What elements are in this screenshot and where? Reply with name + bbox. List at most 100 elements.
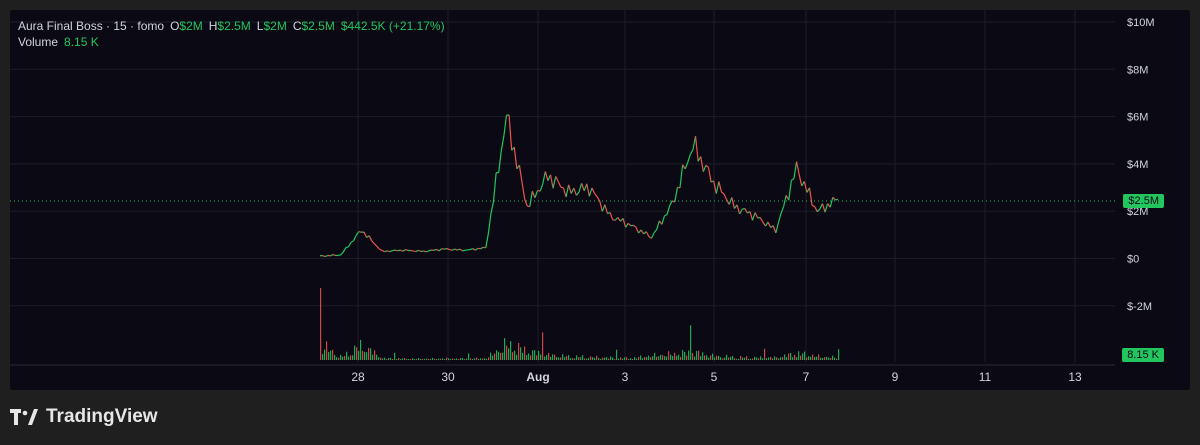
volume-bar bbox=[766, 358, 768, 360]
volume-bar bbox=[366, 352, 368, 360]
price-segment bbox=[327, 254, 331, 257]
volume-bar bbox=[426, 358, 428, 360]
price-segment bbox=[425, 250, 430, 253]
volume-bar bbox=[504, 338, 506, 360]
volume-bar bbox=[692, 353, 694, 360]
volume-bar bbox=[746, 356, 748, 360]
price-segment bbox=[418, 249, 422, 253]
price-segment bbox=[552, 176, 557, 189]
price-segment bbox=[645, 231, 650, 238]
low-label: L bbox=[256, 19, 264, 33]
volume-bar bbox=[394, 352, 396, 360]
volume-bar bbox=[338, 357, 340, 360]
volume-bar bbox=[768, 357, 770, 360]
volume-bar bbox=[704, 355, 706, 360]
price-segment bbox=[689, 149, 694, 155]
tradingview-logo-icon bbox=[10, 409, 38, 425]
price-segment bbox=[405, 249, 409, 252]
volume-bar bbox=[572, 358, 574, 360]
volume-bar bbox=[702, 352, 704, 360]
volume-bar bbox=[762, 358, 764, 360]
volume-bar bbox=[476, 357, 478, 360]
volume-bar bbox=[676, 355, 678, 360]
price-segment bbox=[459, 248, 463, 252]
chart-legend: Aura Final Boss · 15 · fomo O $2M H $2.5M … bbox=[18, 18, 445, 50]
price-segment bbox=[707, 167, 712, 183]
volume-bar bbox=[522, 352, 524, 360]
volume-bar bbox=[320, 288, 322, 360]
time-axis: 28 30 Aug 3 5 7 9 11 13 bbox=[351, 370, 1082, 384]
volume-bar bbox=[596, 355, 598, 360]
volume-bar bbox=[474, 358, 476, 360]
price-segment bbox=[650, 232, 655, 239]
volume-bar bbox=[662, 355, 664, 360]
brand[interactable]: TradingView bbox=[10, 404, 158, 430]
volume-bar bbox=[710, 355, 712, 360]
volume-bar bbox=[548, 352, 550, 360]
volume-bar bbox=[648, 355, 650, 360]
volume-bar bbox=[368, 347, 370, 360]
volume-bar bbox=[824, 357, 826, 360]
volume-bar bbox=[480, 358, 482, 360]
volume-bar bbox=[416, 358, 418, 360]
high-value: $2.5M bbox=[217, 19, 251, 33]
volume-bar bbox=[512, 352, 514, 360]
volume-bar bbox=[328, 351, 330, 360]
price-chart[interactable]: $10M $8M $6M $4M $2M $0 $-2M 28 30 Aug 3 5 7 9 11 13 bbox=[10, 10, 1190, 390]
volume-bar bbox=[404, 358, 406, 360]
price-segment bbox=[539, 183, 544, 192]
volume-bar bbox=[818, 354, 820, 360]
volume-bar bbox=[518, 343, 520, 360]
price-segment bbox=[485, 233, 489, 248]
volume-bar bbox=[428, 358, 430, 360]
price-segment bbox=[604, 204, 609, 214]
volume-bar bbox=[588, 357, 590, 360]
volume-bar bbox=[716, 355, 718, 360]
volume-bar bbox=[398, 357, 400, 360]
price-tick: $4M bbox=[1127, 159, 1148, 171]
volume-bar bbox=[578, 357, 580, 360]
volume-bar bbox=[602, 357, 604, 360]
chart-frame[interactable]: Aura Final Boss · 15 · fomo O $2M H $2.5M … bbox=[10, 10, 1190, 390]
price-segment bbox=[674, 187, 679, 203]
volume-bar bbox=[370, 348, 372, 360]
volume-bar bbox=[386, 358, 388, 360]
volume-bar bbox=[656, 356, 658, 360]
time-tick: 13 bbox=[1068, 370, 1082, 384]
price-segment bbox=[562, 187, 567, 198]
price-series bbox=[319, 114, 839, 258]
price-segment bbox=[487, 213, 492, 234]
high-label: H bbox=[208, 19, 218, 33]
volume-bar bbox=[624, 357, 626, 360]
volume-bar bbox=[794, 354, 796, 360]
price-segment bbox=[764, 221, 769, 227]
price-segment bbox=[617, 217, 621, 222]
price-segment bbox=[394, 249, 398, 252]
volume-bar bbox=[470, 358, 472, 360]
volume-bar bbox=[622, 358, 624, 360]
volume-bar bbox=[484, 358, 486, 360]
volume-bar bbox=[724, 357, 726, 360]
volume-bar bbox=[756, 357, 758, 360]
price-segment bbox=[570, 187, 575, 194]
volume-bar bbox=[740, 355, 742, 360]
volume-bar bbox=[402, 358, 404, 360]
price-segment bbox=[684, 162, 689, 170]
volume-bar bbox=[652, 356, 654, 360]
volume-bar bbox=[406, 359, 408, 360]
volume-bar bbox=[706, 355, 708, 360]
price-segment bbox=[625, 223, 629, 228]
price-segment bbox=[780, 206, 785, 214]
volume-bar bbox=[732, 355, 734, 360]
volume-bar bbox=[418, 358, 420, 360]
volume-bar bbox=[324, 349, 326, 360]
volume-bar bbox=[672, 355, 674, 360]
price-segment bbox=[470, 248, 474, 251]
volume-bar bbox=[712, 353, 714, 360]
volume-bar bbox=[610, 356, 612, 360]
volume-bar bbox=[754, 356, 756, 360]
volume-bar bbox=[344, 355, 346, 360]
price-segment bbox=[480, 246, 484, 250]
volume-bar bbox=[378, 357, 380, 360]
volume-bar bbox=[510, 341, 512, 360]
